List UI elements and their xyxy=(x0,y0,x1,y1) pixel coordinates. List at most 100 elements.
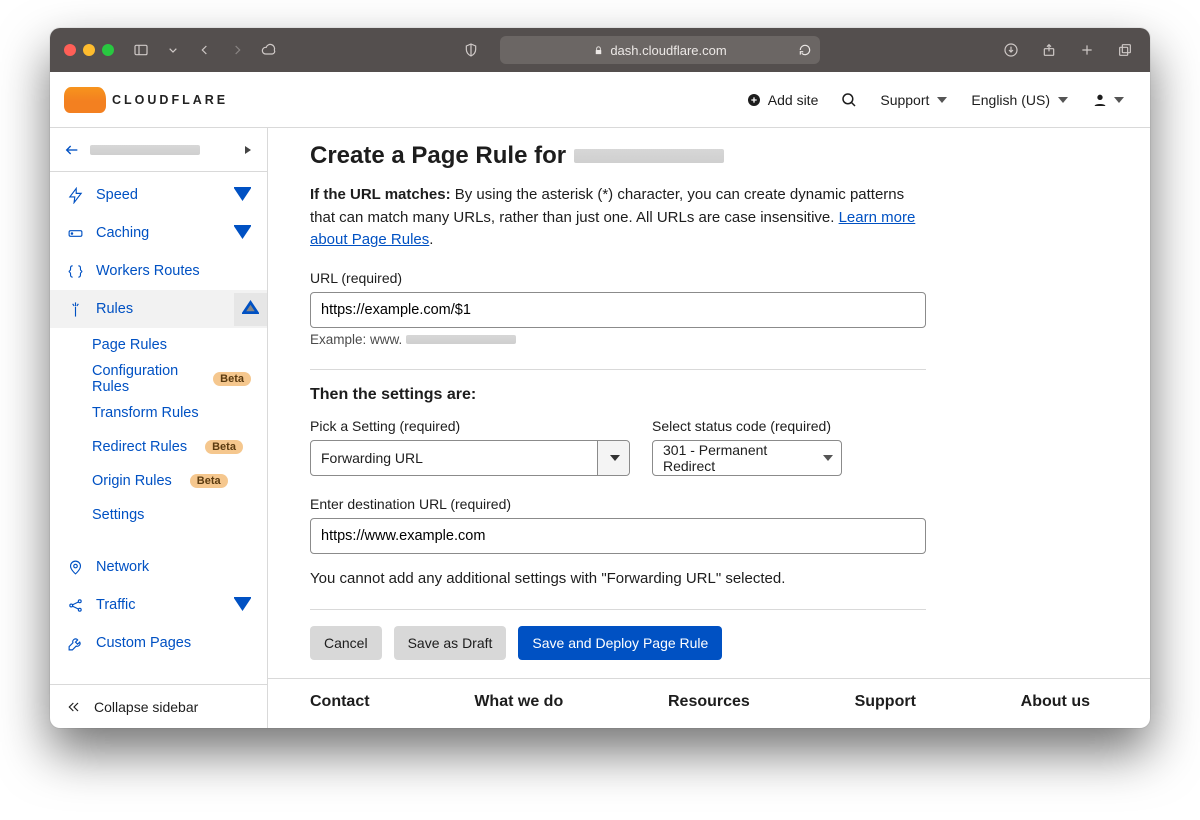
sidebar-item-label: Workers Routes xyxy=(96,263,200,279)
support-menu[interactable]: Support xyxy=(872,86,955,114)
sidebar-item-custom-pages[interactable]: Custom Pages xyxy=(50,624,267,662)
select-toggle-button[interactable] xyxy=(597,441,629,475)
search-button[interactable] xyxy=(834,91,864,109)
drive-icon xyxy=(66,225,84,242)
footer-link-about-us[interactable]: About us xyxy=(1021,693,1090,711)
zoom-window[interactable] xyxy=(102,44,114,56)
browser-toolbar: dash.cloudflare.com xyxy=(50,28,1150,72)
chevron-icon xyxy=(234,223,251,244)
sidebar-sub-origin-rules[interactable]: Origin RulesBeta xyxy=(50,464,267,498)
setting-value: Forwarding URL xyxy=(311,450,597,466)
chevron-icon xyxy=(234,293,267,326)
add-site-button[interactable]: Add site xyxy=(738,86,827,114)
collapse-label: Collapse sidebar xyxy=(94,699,198,715)
sidebar-nav: SpeedCaching Workers Routes Rules Page Rule… xyxy=(50,172,267,684)
chevron-down-icon xyxy=(610,455,620,461)
status-select-label: Select status code (required) xyxy=(652,418,842,434)
footer-link-support[interactable]: Support xyxy=(855,693,916,711)
address-bar[interactable]: dash.cloudflare.com xyxy=(500,36,820,64)
sidebar-item-label: Rules xyxy=(96,301,133,317)
sidebar-sub-settings[interactable]: Settings xyxy=(50,498,267,532)
sidebar-sub-label: Settings xyxy=(92,507,144,523)
url-input[interactable] xyxy=(310,292,926,328)
site-back-link[interactable] xyxy=(50,128,267,172)
lock-icon xyxy=(593,45,604,56)
minimize-window[interactable] xyxy=(83,44,95,56)
account-menu[interactable] xyxy=(1084,86,1132,114)
arrow-left-icon xyxy=(64,142,80,158)
sidebar-item-workers-routes[interactable]: Workers Routes xyxy=(50,252,267,290)
footer-link-contact[interactable]: Contact xyxy=(310,693,370,711)
dest-label: Enter destination URL (required) xyxy=(310,496,926,512)
cancel-button[interactable]: Cancel xyxy=(310,626,382,660)
user-icon xyxy=(1092,92,1108,108)
new-tab-icon[interactable] xyxy=(1076,39,1098,61)
sidebar-sub-label: Configuration Rules xyxy=(92,363,195,395)
sidebar-toggle-icon[interactable] xyxy=(130,39,152,61)
action-buttons: Cancel Save as Draft Save and Deploy Pag… xyxy=(310,626,926,660)
sidebar-item-traffic[interactable]: Traffic xyxy=(50,586,267,624)
sidebar-item-label: Network xyxy=(96,559,149,575)
beta-badge: Beta xyxy=(205,440,243,454)
shield-icon[interactable] xyxy=(460,39,482,61)
app-window: dash.cloudflare.com CLOUDFLARE xyxy=(50,28,1150,728)
save-draft-button[interactable]: Save as Draft xyxy=(394,626,507,660)
sidebar-sub-page-rules[interactable]: Page Rules xyxy=(50,328,267,362)
chevron-down-icon[interactable] xyxy=(162,39,184,61)
url-example: Example: www. xyxy=(310,332,926,347)
sidebar-sub-label: Origin Rules xyxy=(92,473,172,489)
downloads-icon[interactable] xyxy=(1000,39,1022,61)
sidebar-item-speed[interactable]: Speed xyxy=(50,176,267,214)
intro-text: If the URL matches: By using the asteris… xyxy=(310,184,926,252)
sidebar-sub-transform-rules[interactable]: Transform Rules xyxy=(50,396,267,430)
sidebar-item-caching[interactable]: Caching xyxy=(50,214,267,252)
braces-icon xyxy=(66,263,84,280)
bolt-icon xyxy=(66,187,84,204)
settings-heading: Then the settings are: xyxy=(310,386,926,404)
pin-icon xyxy=(66,559,84,576)
main-content: Create a Page Rule for If the URL matche… xyxy=(268,128,1150,728)
close-window[interactable] xyxy=(64,44,76,56)
sidebar-sub-configuration-rules[interactable]: Configuration Rules Beta xyxy=(50,362,267,396)
setting-select[interactable]: Forwarding URL xyxy=(310,440,630,476)
footer-link-what-we-do[interactable]: What we do xyxy=(474,693,563,711)
sidebar-sub-label: Redirect Rules xyxy=(92,439,187,455)
language-label: English (US) xyxy=(971,92,1050,108)
reload-icon[interactable] xyxy=(798,43,812,57)
plus-circle-icon xyxy=(746,92,762,108)
chevron-down-icon xyxy=(1114,97,1124,103)
nav-forward-icon[interactable] xyxy=(226,39,248,61)
divider xyxy=(310,609,926,610)
chevron-down-icon xyxy=(937,97,947,103)
cloud-icon[interactable] xyxy=(258,39,280,61)
url-host: dash.cloudflare.com xyxy=(610,43,726,58)
save-deploy-button[interactable]: Save and Deploy Page Rule xyxy=(518,626,722,660)
sidebar-sub-label: Page Rules xyxy=(92,337,167,353)
sidebar: SpeedCaching Workers Routes Rules Page Rule… xyxy=(50,128,268,728)
footer-link-resources[interactable]: Resources xyxy=(668,693,750,711)
nav-back-icon[interactable] xyxy=(194,39,216,61)
sidebar-item-rules[interactable]: Rules xyxy=(50,290,267,328)
sidebar-sub-label: Transform Rules xyxy=(92,405,199,421)
divider xyxy=(310,369,926,370)
tabs-icon[interactable] xyxy=(1114,39,1136,61)
sidebar-item-label: Traffic xyxy=(96,597,135,613)
collapse-sidebar-button[interactable]: Collapse sidebar xyxy=(50,684,267,728)
add-site-label: Add site xyxy=(768,92,819,108)
beta-badge: Beta xyxy=(213,372,251,386)
wand-icon xyxy=(66,301,84,318)
chevron-icon xyxy=(234,595,251,616)
sidebar-sub-redirect-rules[interactable]: Redirect Rules Beta xyxy=(50,430,267,464)
share-icon[interactable] xyxy=(1038,39,1060,61)
window-controls xyxy=(64,44,114,56)
cloudflare-logo[interactable] xyxy=(58,87,106,113)
cloud-logo-icon xyxy=(64,87,106,113)
language-menu[interactable]: English (US) xyxy=(963,86,1076,114)
chevron-down-icon xyxy=(1058,97,1068,103)
site-name-redacted xyxy=(574,149,724,163)
dest-url-input[interactable] xyxy=(310,518,926,554)
sidebar-item-network[interactable]: Network xyxy=(50,548,267,586)
status-select[interactable]: 301 - Permanent Redirect xyxy=(652,440,842,476)
site-name-redacted xyxy=(90,145,200,155)
search-icon xyxy=(840,91,858,109)
